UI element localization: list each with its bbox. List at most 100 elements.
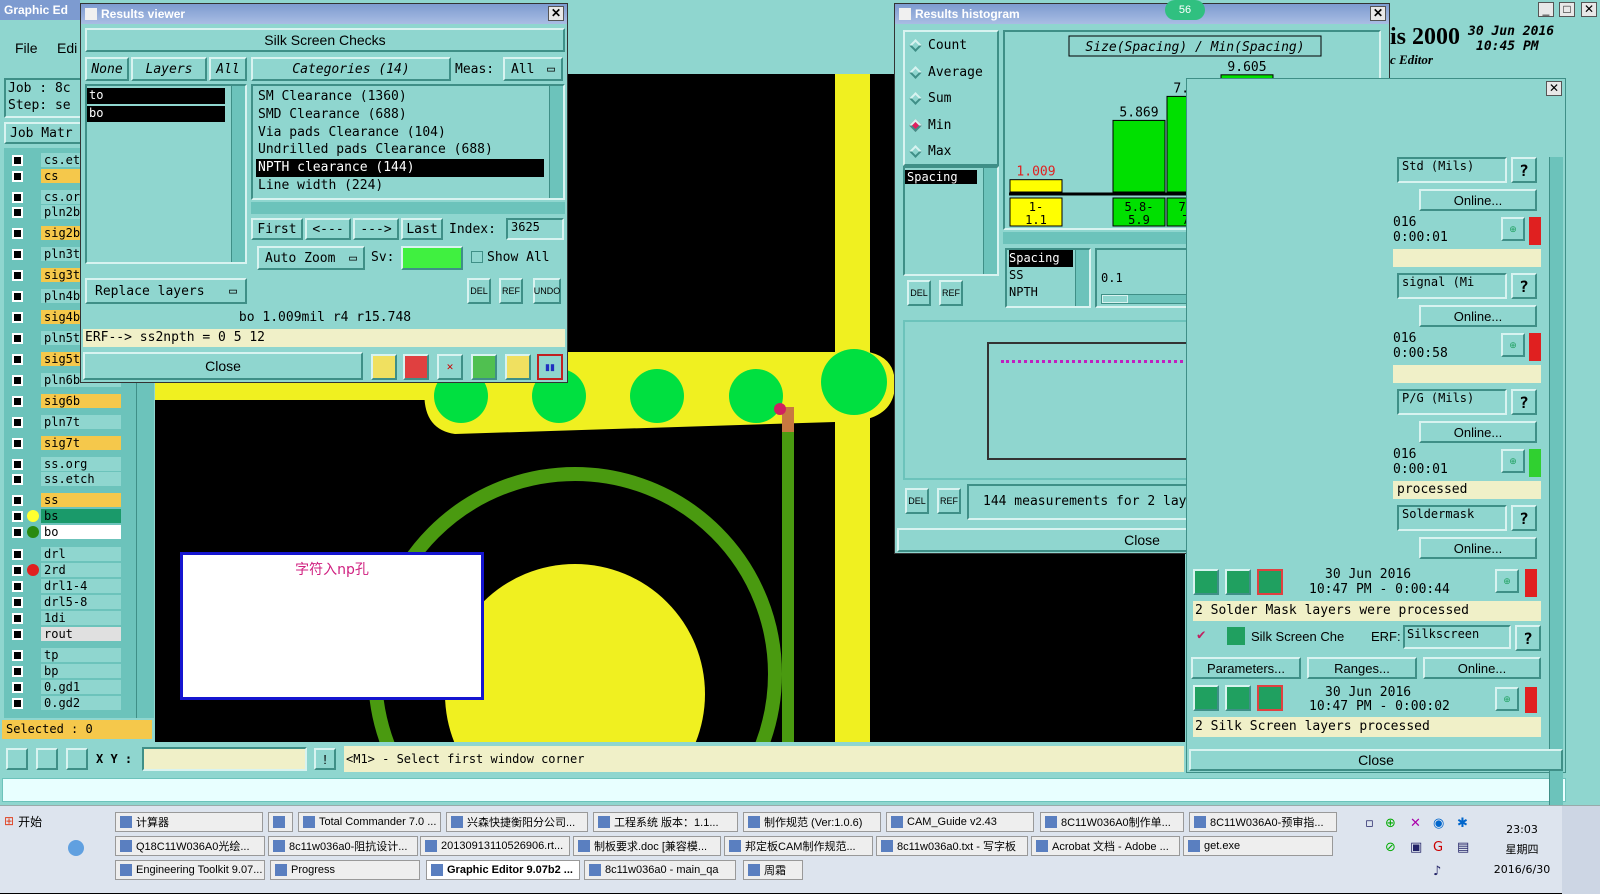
taskbar-item[interactable]: Total Commander 7.0 ... [298, 812, 441, 832]
layer-row-rout[interactable]: rout [12, 626, 121, 642]
option-max[interactable]: Max [909, 144, 951, 159]
tray-icon[interactable]: ⊘ [1385, 840, 1396, 855]
layer-checkbox[interactable] [12, 227, 23, 239]
layer-name[interactable]: ss.etch [41, 472, 121, 486]
online-button[interactable]: Online... [1419, 189, 1537, 211]
start-button[interactable]: ⊞ 开始 [4, 810, 100, 832]
categories-scrollbar[interactable] [549, 86, 563, 198]
layer-name[interactable]: 1di [41, 611, 121, 625]
categories-list[interactable]: SM Clearance (1360) SMD Clearance (688) Vi… [251, 84, 565, 200]
layer-row-drl[interactable]: drl [12, 546, 121, 562]
volume-icon[interactable]: ♪ [1433, 864, 1441, 879]
layer-checkbox[interactable] [12, 395, 23, 407]
sv-select[interactable] [401, 246, 463, 270]
radio-icon[interactable] [909, 145, 922, 158]
measure-tool-icon[interactable] [36, 748, 58, 770]
taskbar-item[interactable]: 兴森快捷衡阳分公司... [446, 812, 588, 832]
layer-name[interactable]: drl5-8 [41, 595, 121, 609]
layer-checkbox[interactable] [12, 580, 23, 592]
radio-icon[interactable] [909, 118, 922, 132]
job-matrix-button[interactable]: Job Matr [4, 122, 82, 144]
radio-icon[interactable] [909, 39, 922, 52]
tray-icon[interactable]: ✱ [1457, 816, 1468, 831]
erf-select[interactable]: Soldermask [1397, 505, 1507, 531]
last-button[interactable]: Last [401, 218, 443, 240]
erf-select[interactable]: Std (Mils) [1397, 157, 1507, 183]
close-icon[interactable]: ✕ [548, 6, 564, 21]
layer-row-ss-etch[interactable]: ss.etch [12, 471, 121, 487]
layer-row-sig6b[interactable]: sig6b [12, 393, 121, 409]
online-button[interactable]: Online... [1419, 305, 1537, 327]
layer-checkbox[interactable] [12, 628, 23, 640]
replace-layers-button[interactable]: Replace layers ▭ [85, 278, 247, 304]
results-icon[interactable]: ⊕ [1501, 333, 1525, 357]
layer-checkbox[interactable] [12, 649, 23, 661]
layer-row-pln7t[interactable]: pln7t [12, 414, 121, 430]
results-icon[interactable]: ⊕ [1501, 449, 1525, 473]
online-button[interactable]: Online... [1419, 421, 1537, 443]
layer-row-drl1-4[interactable]: drl1-4 [12, 578, 121, 594]
taskbar-item[interactable]: 工程系统 版本：1.1... [593, 812, 738, 832]
results-icon[interactable]: ⊕ [1501, 217, 1525, 241]
online-button[interactable]: Online... [1419, 537, 1537, 559]
silk-checkmark-icon[interactable]: ✔ [1197, 627, 1205, 643]
layer-row-drl5-8[interactable]: drl5-8 [12, 594, 121, 610]
tray-icon[interactable]: G [1433, 840, 1443, 855]
layer-checkbox[interactable] [12, 374, 23, 386]
layer-item-bo[interactable]: bo [87, 106, 225, 122]
layer-row-ss[interactable]: ss [12, 492, 121, 508]
silk-title[interactable]: Silk Screen Che [1251, 629, 1344, 644]
close-icon[interactable]: ✕ [1581, 2, 1597, 17]
layer-row-sig7t[interactable]: sig7t [12, 435, 121, 451]
category-item[interactable]: Undrilled pads Clearance (688) [256, 141, 544, 159]
layer-checkbox[interactable] [12, 612, 23, 624]
layers-button[interactable]: Layers [131, 57, 207, 81]
first-button[interactable]: First [251, 218, 303, 240]
option-min[interactable]: Min [909, 118, 951, 133]
layer-item-to[interactable]: to [87, 88, 225, 104]
spacing-list[interactable]: Spacing [903, 166, 999, 276]
layer-checkbox[interactable] [12, 416, 23, 428]
silk-online-button[interactable]: Online... [1423, 657, 1541, 679]
taskbar-item[interactable]: 周霜 [743, 860, 803, 880]
layer-items-list[interactable]: to bo [85, 84, 247, 264]
ranges-button[interactable]: Ranges... [1307, 657, 1417, 679]
results-viewer-close-button[interactable]: Close [83, 352, 363, 380]
tray-icon[interactable]: ◉ [1433, 816, 1444, 831]
layer-name[interactable]: pln7t [41, 415, 121, 429]
close-icon[interactable]: ✕ [1546, 81, 1562, 96]
layer-name[interactable]: rout [41, 627, 121, 641]
taskbar-item[interactable]: Graphic Editor 9.07b2 ... [426, 860, 580, 880]
option-average[interactable]: Average [909, 65, 983, 80]
layer-checkbox[interactable] [12, 206, 23, 218]
layer-checkbox[interactable] [12, 269, 23, 281]
show-all-checkbox[interactable] [471, 251, 483, 263]
taskbar-item[interactable]: 邦定板CAM制作规范... [724, 836, 873, 856]
layer-name[interactable]: sig7t [41, 436, 121, 450]
layer-checkbox[interactable] [12, 191, 23, 203]
layer-row-0-gd1[interactable]: 0.gd1 [12, 679, 121, 695]
prev-button[interactable]: <--- [305, 218, 351, 240]
option-sum[interactable]: Sum [909, 91, 951, 106]
meas-select[interactable]: All ▭ [503, 57, 563, 81]
auto-zoom-select[interactable]: Auto Zoom ▭ [257, 246, 365, 270]
del-icon[interactable]: DEL [905, 488, 929, 514]
layer-items-scrollbar[interactable] [231, 86, 245, 262]
layer-checkbox[interactable] [12, 353, 23, 365]
tray-icon[interactable]: ▤ [1457, 840, 1469, 855]
layer-name[interactable]: bp [41, 664, 121, 678]
help-icon[interactable]: ? [1511, 389, 1537, 415]
grid-tool-icon[interactable] [66, 748, 88, 770]
del-icon[interactable]: DEL [467, 278, 491, 304]
run-icon[interactable] [1193, 569, 1219, 595]
layer-name[interactable]: drl1-4 [41, 579, 121, 593]
taskbar-item[interactable]: 8c11w036a0.txt - 写字板 [876, 836, 1028, 856]
layer-checkbox[interactable] [12, 248, 23, 260]
undo-icon[interactable]: UNDO [533, 278, 561, 304]
tool-icon-4[interactable] [471, 354, 497, 380]
tray-icon[interactable]: ⊕ [1385, 816, 1396, 831]
stop-icon[interactable] [1257, 569, 1283, 595]
zoom-tool-icon[interactable] [6, 748, 28, 770]
none-button[interactable]: None [85, 57, 129, 81]
layer-checkbox[interactable] [12, 665, 23, 677]
